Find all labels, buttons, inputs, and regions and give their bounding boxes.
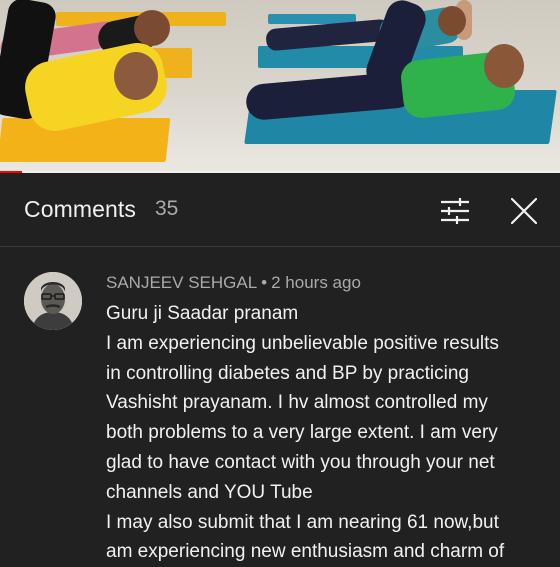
video-figure xyxy=(484,44,524,88)
user-photo xyxy=(24,272,82,330)
comments-header: Comments 35 xyxy=(0,174,560,247)
comment-meta: SANJEEV SEHGAL • 2 hours ago xyxy=(106,273,361,293)
video-figure xyxy=(438,6,466,36)
comments-count: 35 xyxy=(155,197,179,220)
comment-line: both problems to a very large extent. I … xyxy=(106,422,498,444)
comment-timestamp: 2 hours ago xyxy=(271,273,361,292)
comment-text: Guru ji Saadar pranam I am experiencing … xyxy=(106,299,546,567)
video-progress-fill xyxy=(0,171,23,173)
comment-line: channels and YOU Tube xyxy=(106,481,313,503)
comment-line: I am experiencing unbelievable positive … xyxy=(106,332,499,354)
close-comments-button[interactable] xyxy=(503,190,545,232)
video-figure xyxy=(134,10,170,46)
comment-line: I may also submit that I am nearing 61 n… xyxy=(106,511,499,533)
sort-comments-button[interactable] xyxy=(434,190,476,232)
avatar[interactable] xyxy=(24,272,82,330)
comment-line: Guru ji Saadar pranam xyxy=(106,303,299,324)
close-icon xyxy=(511,198,537,224)
comment-line: Vashisht prayanam. I hv almost controlle… xyxy=(106,392,488,414)
sort-sliders-icon xyxy=(441,198,469,224)
comment-line: am experiencing new enthusiasm and charm… xyxy=(106,541,505,563)
meta-separator: • xyxy=(261,273,268,292)
comment-author[interactable]: SANJEEV SEHGAL xyxy=(106,273,257,292)
comment-line: glad to have contact with you through yo… xyxy=(106,451,495,473)
comments-title: Comments xyxy=(24,196,136,222)
comment-item: SANJEEV SEHGAL • 2 hours ago Guru ji Saada… xyxy=(0,247,560,562)
video-player[interactable] xyxy=(0,0,560,173)
comment-line: in controlling diabetes and BP by practi… xyxy=(106,362,469,384)
video-figure xyxy=(114,52,158,100)
video-progress-bar[interactable] xyxy=(0,171,560,173)
